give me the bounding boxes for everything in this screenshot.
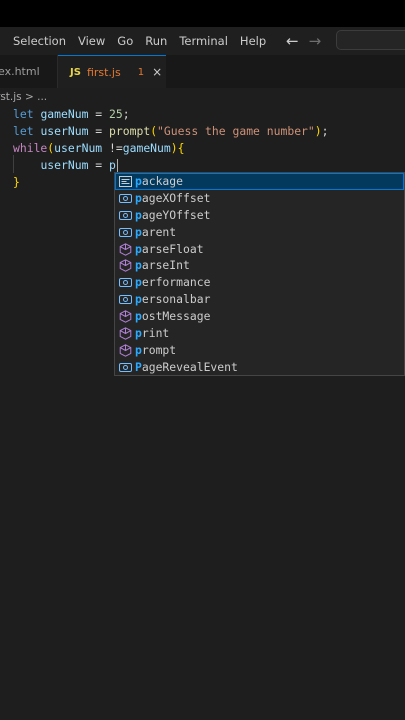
suggestion-label: rint bbox=[141, 326, 170, 341]
code-token: ; bbox=[122, 107, 130, 121]
code-line-1: let gameNum = 25; bbox=[13, 106, 130, 123]
navigation-arrows: ← → bbox=[286, 27, 321, 55]
method-icon bbox=[115, 310, 135, 323]
code-line-2: let userNum = prompt("Guess the game num… bbox=[13, 123, 329, 140]
javascript-file-icon: JS bbox=[70, 66, 81, 78]
suggestion-label: ageYOffset bbox=[141, 207, 211, 222]
menu-terminal[interactable]: Terminal bbox=[173, 27, 234, 55]
menu-selection[interactable]: Selection bbox=[0, 27, 72, 55]
code-token: 25 bbox=[109, 107, 123, 121]
suggestion-label: arseFloat bbox=[141, 241, 204, 256]
code-line-3: while(userNum !=gameNum){ bbox=[13, 140, 184, 157]
suggestion-match: p bbox=[135, 241, 142, 256]
suggestion-match: p bbox=[135, 174, 142, 188]
suggestion-item[interactable]: p ackage bbox=[115, 173, 404, 190]
suggestion-match: p bbox=[135, 326, 142, 341]
code-token: let bbox=[13, 124, 34, 138]
text-cursor bbox=[116, 158, 118, 173]
code-token: { bbox=[177, 141, 185, 155]
suggestion-match: p bbox=[135, 309, 142, 324]
code-token: ) bbox=[314, 124, 322, 138]
code-token: = bbox=[88, 124, 110, 138]
variable-icon bbox=[115, 294, 135, 305]
variable-icon bbox=[115, 193, 135, 204]
tab-index-html[interactable]: ex.html bbox=[0, 55, 58, 88]
variable-icon bbox=[115, 227, 135, 238]
menu-go[interactable]: Go bbox=[111, 27, 139, 55]
suggestion-match: p bbox=[135, 292, 142, 307]
suggestion-item[interactable]: p ersonalbar bbox=[115, 291, 404, 308]
suggestion-item[interactable]: p ageYOffset bbox=[115, 207, 404, 224]
menu-view[interactable]: View bbox=[72, 27, 111, 55]
menu-run[interactable]: Run bbox=[139, 27, 173, 55]
code-line-4: userNum = p bbox=[13, 157, 118, 174]
code-token: gameNum bbox=[40, 107, 89, 121]
suggestion-label: ackage bbox=[141, 174, 184, 188]
suggestion-match: P bbox=[135, 359, 142, 374]
suggestion-item[interactable]: p rompt bbox=[115, 342, 404, 359]
variable-icon bbox=[115, 277, 135, 288]
code-token: } bbox=[13, 175, 20, 189]
window-top-strip bbox=[0, 0, 405, 27]
tab-label: ex.html bbox=[0, 65, 40, 78]
tab-label: first.js bbox=[86, 65, 121, 79]
suggestion-label: arseInt bbox=[141, 258, 190, 273]
code-token: let bbox=[13, 107, 34, 121]
method-icon bbox=[115, 259, 135, 273]
code-token: userNum bbox=[40, 124, 89, 138]
code-token: prompt bbox=[109, 124, 151, 138]
suggestion-label: erformance bbox=[141, 275, 211, 290]
menu-help[interactable]: Help bbox=[234, 27, 272, 55]
autocomplete-suggestions[interactable]: p ackage p ageXOffset p ageYOffset p arent p arse… bbox=[114, 172, 405, 376]
suggestion-match: p bbox=[135, 190, 142, 205]
suggestion-item[interactable]: p arent bbox=[115, 224, 404, 241]
code-token: p bbox=[109, 158, 116, 172]
suggestion-match: p bbox=[135, 275, 142, 290]
suggestion-item[interactable]: p erformance bbox=[115, 274, 404, 291]
method-icon bbox=[115, 242, 135, 256]
suggestion-match: p bbox=[135, 207, 142, 222]
variable-icon bbox=[115, 362, 135, 373]
code-token: userNum bbox=[54, 141, 103, 155]
problems-count-badge: 1 bbox=[137, 66, 145, 78]
editor-tab-bar: ex.html JS first.js 1 × bbox=[0, 55, 405, 88]
command-center-search[interactable] bbox=[336, 30, 405, 50]
code-token: "Guess the game number" bbox=[157, 124, 315, 138]
suggestion-label: ostMessage bbox=[141, 309, 211, 324]
suggestion-label: ersonalbar bbox=[141, 292, 211, 307]
variable-icon bbox=[115, 210, 135, 221]
suggestion-item[interactable]: p arseInt bbox=[115, 257, 404, 274]
suggestion-item[interactable]: p arseFloat bbox=[115, 241, 404, 258]
code-token: ) bbox=[170, 141, 178, 155]
suggestion-label: ageRevealEvent bbox=[141, 359, 238, 374]
close-icon[interactable]: × bbox=[152, 65, 162, 79]
code-line-5: } bbox=[13, 174, 20, 191]
code-token: ; bbox=[321, 124, 329, 138]
suggestion-match: p bbox=[135, 342, 142, 357]
suggestion-item[interactable]: p rint bbox=[115, 325, 404, 342]
suggestion-item[interactable]: p ostMessage bbox=[115, 308, 404, 325]
code-token: = bbox=[88, 158, 110, 172]
suggestion-label: rompt bbox=[141, 342, 177, 357]
code-token: = bbox=[88, 107, 110, 121]
suggestion-match: p bbox=[135, 224, 142, 239]
code-token: userNum bbox=[40, 158, 89, 172]
keyword-icon bbox=[115, 175, 135, 187]
breadcrumb[interactable]: rst.js > ... bbox=[0, 88, 47, 106]
method-icon bbox=[115, 327, 135, 340]
code-token: while bbox=[13, 141, 48, 155]
suggestion-label: ageXOffset bbox=[141, 190, 211, 205]
tab-first-js[interactable]: JS first.js 1 × bbox=[58, 55, 166, 88]
method-icon bbox=[115, 344, 135, 357]
code-token: != bbox=[102, 141, 123, 155]
suggestion-match: p bbox=[135, 258, 142, 273]
arrow-left-icon[interactable]: ← bbox=[286, 27, 299, 55]
arrow-right-icon[interactable]: → bbox=[309, 27, 322, 55]
code-token: gameNum bbox=[122, 141, 171, 155]
suggestion-item[interactable]: PageRevealEvent bbox=[115, 359, 404, 375]
suggestion-label: arent bbox=[141, 224, 177, 239]
suggestion-item[interactable]: p ageXOffset bbox=[115, 190, 404, 207]
